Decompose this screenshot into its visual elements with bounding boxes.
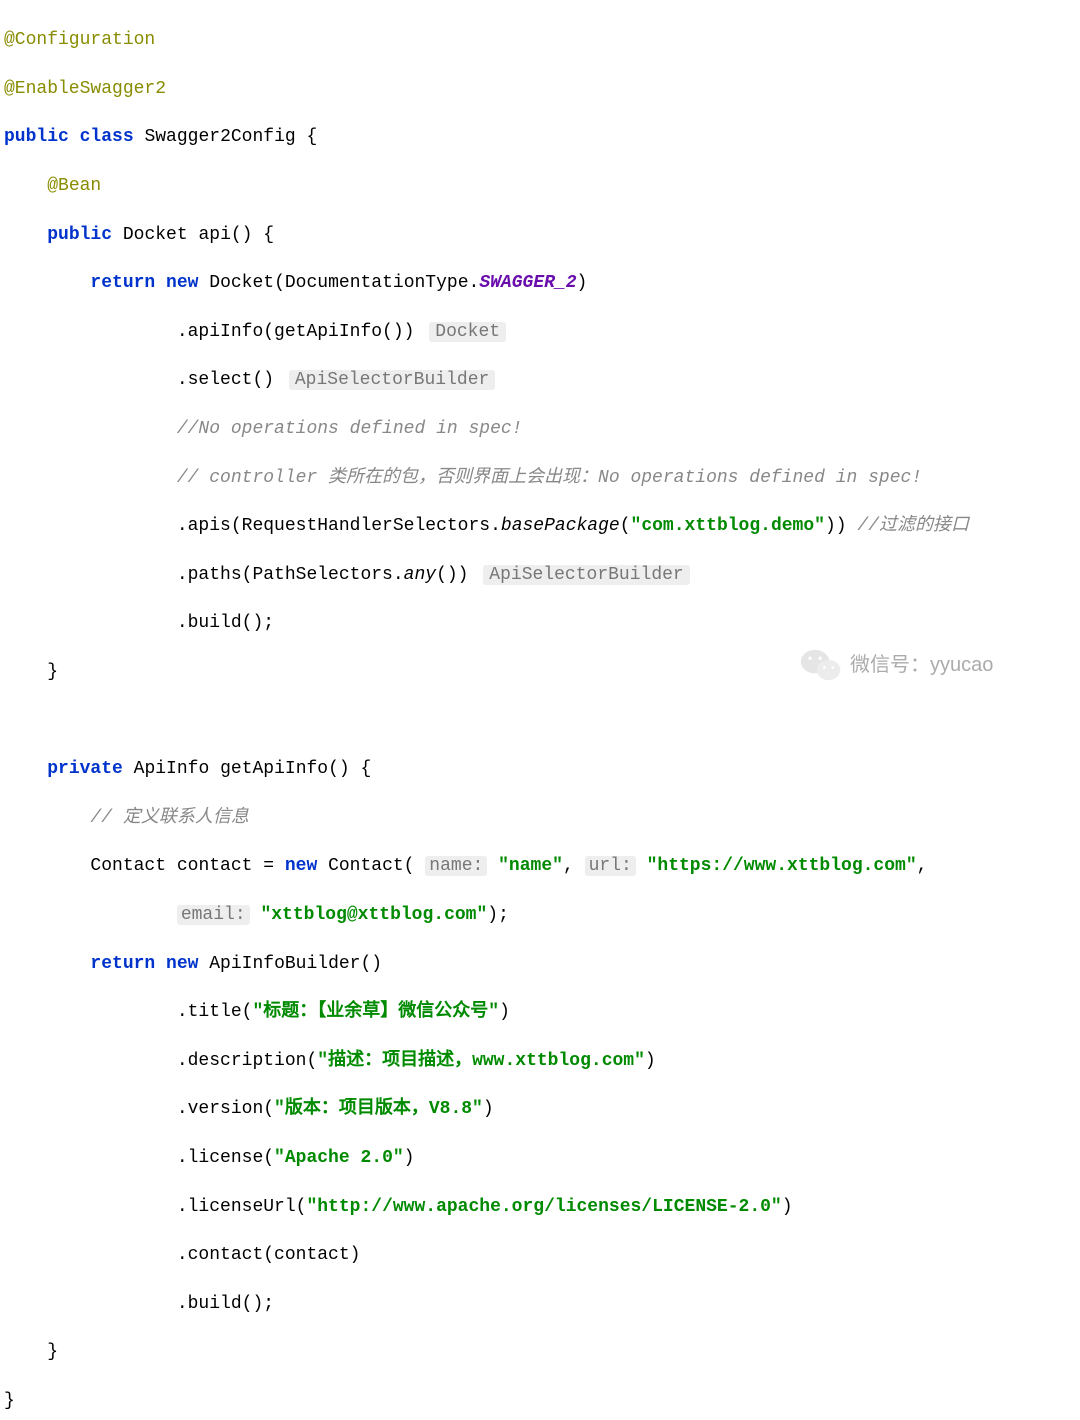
paren: ( <box>620 516 631 536</box>
string-title: "标题：【业余草】微信公众号" <box>252 1002 499 1022</box>
paren: ) <box>782 1197 793 1217</box>
comment-filter: //过滤的接口 <box>857 516 969 536</box>
string-version: "版本：项目版本，V8.8" <box>274 1099 483 1119</box>
chain-apiinfo: .apiInfo(getApiInfo()) <box>177 322 415 342</box>
comma: , <box>917 856 928 876</box>
chain-title-pre: .title( <box>177 1002 253 1022</box>
contact-ctor: Contact( <box>317 856 414 876</box>
chain-paths-pre: .paths(PathSelectors. <box>177 565 404 585</box>
comma: , <box>563 856 574 876</box>
chain-lic-pre: .license( <box>177 1148 274 1168</box>
string-name: "name" <box>498 856 563 876</box>
inlay-hint-apiselector: ApiSelectorBuilder <box>289 370 495 390</box>
string-license-url: "http://www.apache.org/licenses/LICENSE-… <box>306 1197 781 1217</box>
keyword-new: new <box>166 954 198 974</box>
chain-contact: .contact(contact) <box>177 1245 361 1265</box>
string-desc: "描述：项目描述，www.xttblog.com" <box>317 1051 645 1071</box>
chain-build: .build(); <box>177 1294 274 1314</box>
inlay-hint-apiselector: ApiSelectorBuilder <box>483 565 689 585</box>
comment-noops: //No operations defined in spec! <box>177 419 523 439</box>
chain-desc-pre: .description( <box>177 1051 317 1071</box>
string-license: "Apache 2.0" <box>274 1148 404 1168</box>
chain-build: .build(); <box>177 613 274 633</box>
brace: } <box>47 662 58 682</box>
annotation-bean: @Bean <box>47 176 101 196</box>
contact-decl: Contact contact = <box>90 856 284 876</box>
string-email: "xttblog@xttblog.com" <box>260 905 487 925</box>
keyword-public: public <box>4 127 69 147</box>
paren: ) <box>483 1099 494 1119</box>
chain-licurl-pre: .licenseUrl( <box>177 1197 307 1217</box>
string-url: "https://www.xttblog.com" <box>647 856 917 876</box>
param-hint-url: url: <box>585 856 636 876</box>
annotation-configuration: @Configuration <box>4 30 155 50</box>
chain-apis-pre: .apis(RequestHandlerSelectors. <box>177 516 501 536</box>
method-getapiinfo: getApiInfo() <box>220 759 350 779</box>
comment-controller: // controller 类所在的包，否则界面上会出现：No operatio… <box>177 468 922 488</box>
keyword-return: return <box>90 954 155 974</box>
enum-swagger2: SWAGGER_2 <box>479 273 576 293</box>
method-api: api() <box>198 225 252 245</box>
comment-contact-info: // 定义联系人信息 <box>90 808 248 828</box>
param-hint-name: name: <box>425 856 487 876</box>
ctor-docket: Docket(DocumentationType. <box>209 273 479 293</box>
paren: ()) <box>436 565 468 585</box>
paren: ) <box>577 273 588 293</box>
paren: )) <box>825 516 847 536</box>
brace: } <box>4 1391 15 1411</box>
keyword-new: new <box>166 273 198 293</box>
brace: } <box>47 1342 58 1362</box>
paren: ) <box>645 1051 656 1071</box>
chain-select: .select() <box>177 370 274 390</box>
contact-close: ); <box>487 905 509 925</box>
keyword-return: return <box>90 273 155 293</box>
wechat-icon <box>800 647 842 683</box>
wechat-watermark: 微信号：yyucao <box>800 640 1050 690</box>
class-name: Swagger2Config <box>144 127 295 147</box>
method-any: any <box>404 565 436 585</box>
brace: { <box>361 759 372 779</box>
keyword-private: private <box>47 759 123 779</box>
apiinfobuilder: ApiInfoBuilder() <box>198 954 382 974</box>
keyword-class: class <box>80 127 134 147</box>
paren: ) <box>404 1148 415 1168</box>
string-package: "com.xttblog.demo" <box>631 516 825 536</box>
inlay-hint-docket: Docket <box>429 322 506 342</box>
method-basepackage: basePackage <box>501 516 620 536</box>
brace: { <box>307 127 318 147</box>
annotation-enableswagger2: @EnableSwagger2 <box>4 79 166 99</box>
type-apiinfo: ApiInfo <box>134 759 210 779</box>
type-docket: Docket <box>123 225 188 245</box>
watermark-text: 微信号：yyucao <box>850 652 993 679</box>
param-hint-email: email: <box>177 905 250 925</box>
chain-ver-pre: .version( <box>177 1099 274 1119</box>
keyword-public: public <box>47 225 112 245</box>
paren: ) <box>499 1002 510 1022</box>
brace: { <box>263 225 274 245</box>
keyword-new: new <box>285 856 317 876</box>
code-editor[interactable]: @Configuration @EnableSwagger2 public cl… <box>4 4 1080 1420</box>
